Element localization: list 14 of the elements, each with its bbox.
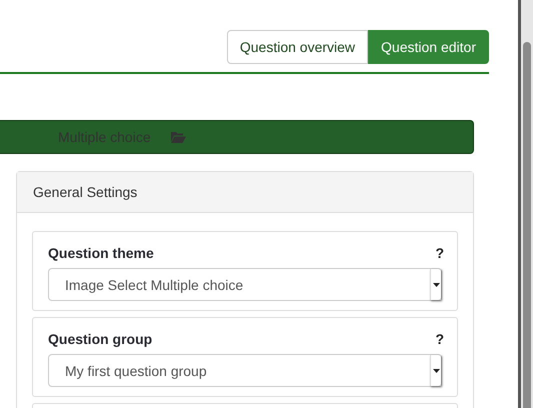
dropdown-field[interactable]: Image Select Multiple choice bbox=[48, 268, 442, 301]
scrollbar[interactable] bbox=[518, 0, 533, 408]
caret-icon bbox=[432, 368, 440, 372]
tab[interactable]: Question overview bbox=[226, 30, 368, 64]
help-link[interactable]: ? bbox=[435, 331, 444, 347]
field-label: Question group bbox=[48, 331, 152, 347]
tab[interactable]: Question editor bbox=[368, 30, 489, 64]
dropdown-field[interactable]: My first question group bbox=[48, 354, 442, 387]
panel-title: General Settings bbox=[33, 184, 138, 200]
scrollbar-thumb[interactable] bbox=[523, 42, 531, 408]
folder-icon bbox=[170, 131, 186, 143]
help-link[interactable]: ? bbox=[435, 245, 444, 261]
field-label: Question theme bbox=[48, 245, 154, 261]
caret-icon bbox=[432, 282, 440, 286]
